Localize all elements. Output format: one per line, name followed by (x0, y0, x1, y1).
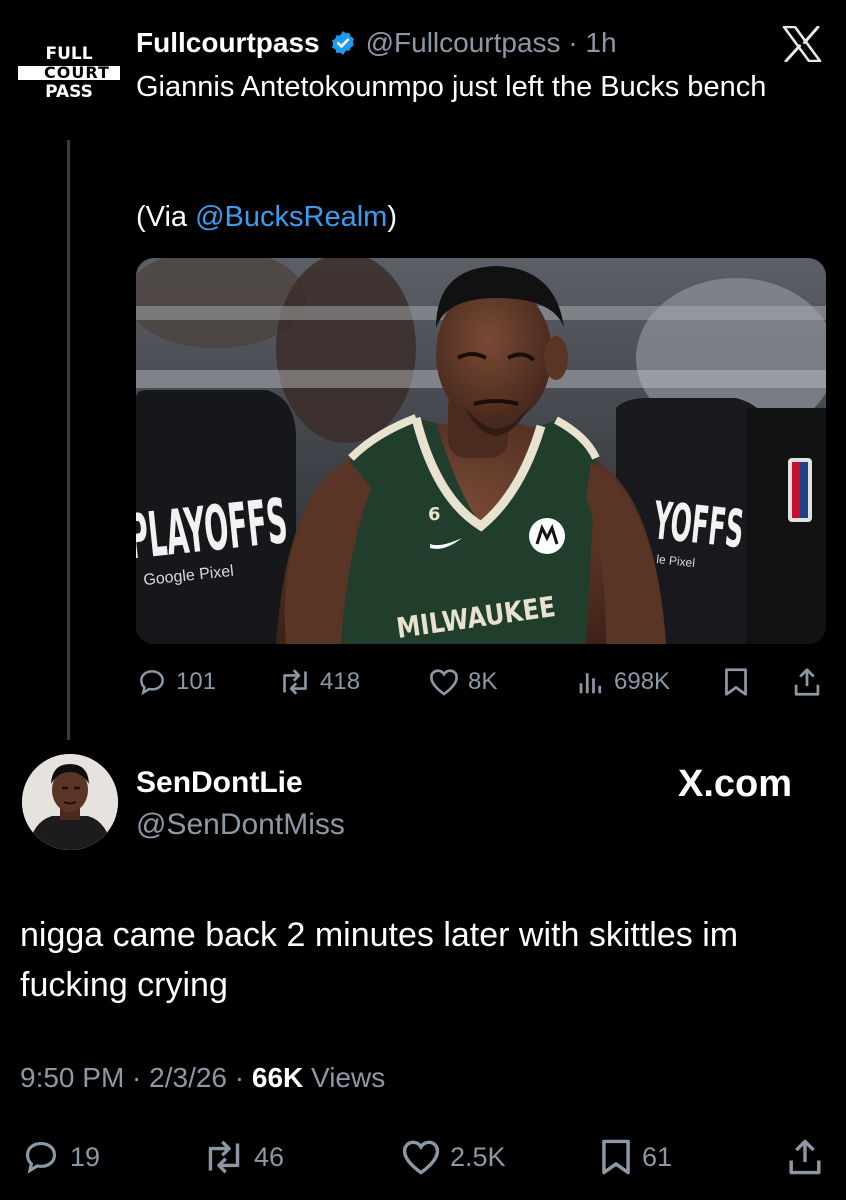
reply-button[interactable]: 101 (136, 662, 216, 702)
reply-icon (136, 667, 168, 697)
tweet-timestamp[interactable]: 9:50 PM · 2/3/26 · (20, 1062, 252, 1093)
share-button[interactable] (792, 662, 822, 702)
tweet-meta: 9:50 PM · 2/3/26 · 66K Views (20, 1062, 386, 1093)
tweet-media-image[interactable]: PLAYOFFS Google Pixel YOFFS le Pixel 6 M… (136, 258, 826, 644)
bookmark-icon (598, 1138, 634, 1176)
via-mention-link[interactable]: @BucksRealm (195, 201, 387, 233)
x-com-watermark: X.com (678, 762, 793, 805)
banner-right-text: YOFFS (650, 491, 746, 560)
reply-button[interactable]: 19 (20, 1136, 100, 1178)
views-total: 66K (251, 1062, 304, 1093)
x-logo-icon (782, 26, 822, 62)
quoted-tweet-actions: 101 418 8K 698K (136, 662, 826, 702)
author-handle-time[interactable]: @Fullcourtpass · 1h (366, 27, 617, 59)
reply-tweet-text: nigga came back 2 minutes later with ski… (20, 916, 739, 1004)
share-icon (792, 667, 822, 697)
verified-badge-icon (330, 30, 356, 56)
bookmark-icon (722, 667, 750, 697)
reply-tweet-actions: 19 46 2.5K 61 (20, 1136, 826, 1178)
reply-author-name[interactable]: SenDontLie (136, 766, 303, 800)
bookmark-count: 61 (642, 1141, 673, 1172)
share-button[interactable] (786, 1136, 824, 1178)
thread-line (67, 140, 70, 740)
like-icon (400, 1138, 442, 1176)
like-button[interactable]: 2.5K (400, 1136, 506, 1178)
fullcourtpass-avatar-logo[interactable]: FULL COURT PASS (18, 44, 120, 106)
share-icon (786, 1138, 824, 1176)
repost-icon (202, 1138, 246, 1176)
avatar[interactable] (22, 754, 118, 850)
quoted-tweet-via: (Via @BucksRealm) (136, 201, 397, 233)
reply-count: 19 (70, 1141, 101, 1172)
author-name[interactable]: Fullcourtpass (136, 27, 320, 59)
bookmark-button[interactable] (722, 662, 750, 702)
bookmark-button[interactable]: 61 (598, 1136, 672, 1178)
like-button[interactable]: 8K (428, 662, 497, 702)
repost-count: 418 (320, 668, 361, 695)
quoted-tweet-text: Giannis Antetokounmpo just left the Buck… (136, 71, 767, 103)
repost-button[interactable]: 46 (202, 1136, 284, 1178)
views-count: 698K (614, 668, 671, 695)
views-button[interactable]: 698K (576, 662, 670, 702)
views-icon (576, 668, 606, 696)
reply-icon (20, 1138, 62, 1176)
jersey-number: 6 (428, 504, 441, 525)
repost-icon (278, 667, 312, 697)
reply-author-handle[interactable]: @SenDontMiss (136, 808, 345, 842)
quoted-tweet-header: Fullcourtpass @Fullcourtpass · 1h (136, 26, 617, 60)
reply-count: 101 (176, 668, 217, 695)
like-count: 2.5K (450, 1141, 506, 1172)
like-icon (428, 667, 460, 697)
repost-button[interactable]: 418 (278, 662, 360, 702)
repost-count: 46 (254, 1141, 285, 1172)
like-count: 8K (468, 668, 498, 695)
